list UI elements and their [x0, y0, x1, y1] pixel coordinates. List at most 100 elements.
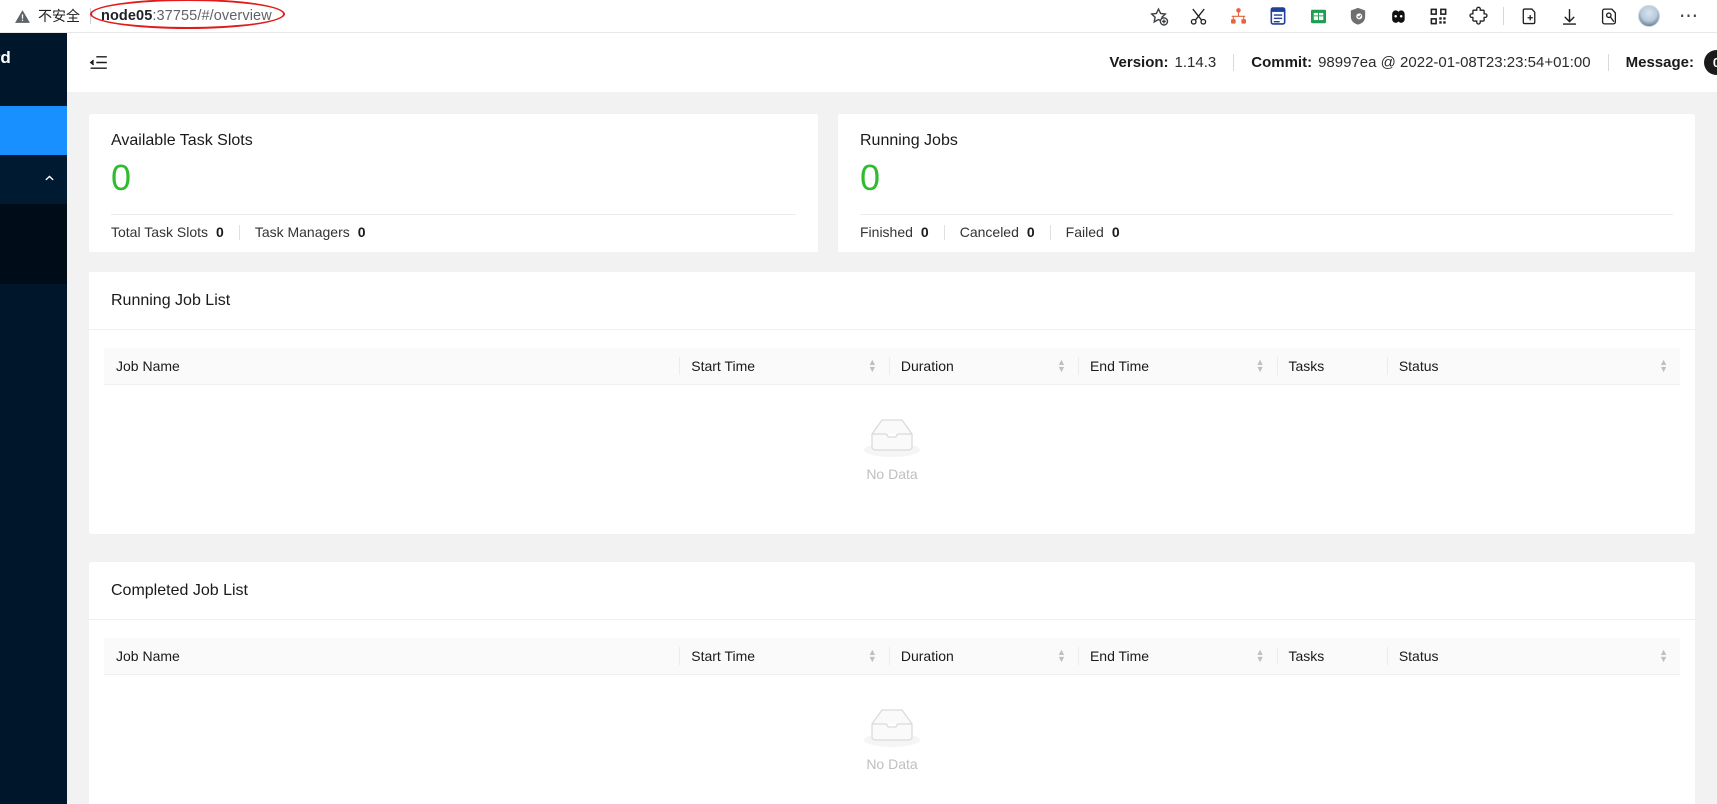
sort-toggle-icon[interactable]: ▲ ▼	[1659, 357, 1668, 373]
pen-icon[interactable]	[1589, 0, 1629, 33]
empty-state-label: No Data	[866, 465, 918, 482]
column-label: Duration	[900, 647, 954, 664]
card-divider	[89, 329, 1695, 330]
puzzle-extension-icon[interactable]	[1458, 0, 1498, 33]
toolbar-divider	[1503, 7, 1504, 25]
app-header: Version: 1.14.3 Commit: 98997ea @ 2022-0…	[67, 33, 1717, 92]
capsule-icon[interactable]	[1378, 0, 1418, 33]
sort-toggle-icon[interactable]: ▲ ▼	[868, 357, 877, 373]
menu-fold-icon[interactable]	[87, 52, 109, 74]
card-divider	[860, 214, 1673, 215]
empty-box-icon	[864, 708, 920, 747]
message-label: Message:	[1625, 54, 1694, 71]
header-divider-1	[1233, 54, 1235, 71]
running-job-table-wrap: Job Name Start Time ▲ ▼ Duration ▲ ▼ End…	[104, 348, 1680, 515]
url-display[interactable]: node05:37755/#/overview	[90, 0, 285, 29]
add-collection-icon[interactable]	[1509, 0, 1549, 33]
card-running-jobs: Running Jobs 0 Finished 0 Canceled 0 Fai…	[838, 114, 1695, 252]
note-icon[interactable]	[1258, 0, 1298, 33]
sort-toggle-icon[interactable]: ▲ ▼	[868, 647, 877, 663]
card-divider	[111, 214, 796, 215]
column-duration[interactable]: Duration ▲ ▼	[888, 638, 1078, 675]
column-label: Status	[1398, 647, 1439, 664]
column-job-name[interactable]: Job Name	[104, 348, 680, 385]
org-chart-icon[interactable]	[1218, 0, 1258, 33]
empty-box-icon	[864, 418, 920, 457]
bookmark-star-icon[interactable]	[1138, 0, 1178, 33]
completed-job-table: Job Name Start Time ▲ ▼ Duration ▲ ▼ End…	[104, 638, 1680, 804]
failed-value: 0	[1111, 224, 1120, 240]
canceled-value: 0	[1026, 224, 1035, 240]
column-status[interactable]: Status ▲ ▼	[1386, 638, 1680, 675]
sort-toggle-icon[interactable]: ▲ ▼	[1659, 647, 1668, 663]
browser-toolbar: 不安全 node05:37755/#/overview ⋯	[0, 0, 1717, 33]
canceled-label: Canceled	[959, 224, 1019, 240]
sort-toggle-icon[interactable]: ▲ ▼	[1057, 357, 1066, 373]
sidebar-item-selected[interactable]	[0, 106, 67, 155]
column-label: Tasks	[1288, 357, 1325, 374]
download-icon[interactable]	[1549, 0, 1589, 33]
completed-job-table-wrap: Job Name Start Time ▲ ▼ Duration ▲ ▼ End…	[104, 638, 1680, 804]
column-tasks[interactable]: Tasks	[1276, 638, 1387, 675]
security-status-label: 不安全	[38, 9, 80, 25]
card-title: Available Task Slots	[111, 132, 253, 149]
column-end-time[interactable]: End Time ▲ ▼	[1077, 348, 1277, 385]
shield-icon[interactable]	[1338, 0, 1378, 33]
column-label: Duration	[900, 357, 954, 374]
table-header: Job Name Start Time ▲ ▼ Duration ▲ ▼ End…	[104, 348, 1680, 385]
table-empty-row: No Data	[104, 384, 1680, 514]
column-tasks[interactable]: Tasks	[1276, 348, 1387, 385]
sort-toggle-icon[interactable]: ▲ ▼	[1057, 647, 1066, 663]
failed-label: Failed	[1065, 224, 1104, 240]
column-label: Job Name	[116, 647, 180, 664]
sort-toggle-icon[interactable]: ▲ ▼	[1256, 647, 1265, 663]
more-options-icon[interactable]: ⋯	[1669, 0, 1709, 33]
message-count-badge[interactable]: 0	[1704, 50, 1717, 75]
dashboard-main: Available Task Slots 0 Total Task Slots …	[67, 92, 1717, 804]
card-footer: Finished 0 Canceled 0 Failed 0	[860, 224, 1120, 240]
sidebar-brand-title: Dashboard	[0, 48, 11, 67]
table-header: Job Name Start Time ▲ ▼ Duration ▲ ▼ End…	[104, 638, 1680, 675]
sort-toggle-icon[interactable]: ▲ ▼	[1256, 357, 1265, 373]
commit-label: Commit:	[1251, 54, 1313, 71]
not-secure-warning-icon[interactable]	[14, 8, 31, 25]
column-start-time[interactable]: Start Time ▲ ▼	[679, 348, 889, 385]
table-header-row: Job Name Start Time ▲ ▼ Duration ▲ ▼ End…	[104, 638, 1680, 675]
sidebar-item-group[interactable]	[0, 155, 67, 204]
card-completed-job-list: Completed Job List Job Name Start Time ▲…	[89, 562, 1695, 804]
card-title: Completed Job List	[111, 582, 248, 599]
header-divider-2	[1607, 54, 1609, 71]
running-job-table: Job Name Start Time ▲ ▼ Duration ▲ ▼ End…	[104, 348, 1680, 515]
total-task-slots-value: 0	[216, 224, 224, 240]
column-duration[interactable]: Duration ▲ ▼	[888, 348, 1078, 385]
card-title: Running Job List	[111, 292, 231, 309]
card-title: Running Jobs	[860, 132, 958, 149]
card-divider	[89, 619, 1695, 620]
column-label: Tasks	[1288, 647, 1325, 664]
commit-value: 98997ea @ 2022-01-08T23:23:54+01:00	[1318, 54, 1591, 71]
column-status[interactable]: Status ▲ ▼	[1386, 348, 1680, 385]
address-bar[interactable]: 不安全 node05:37755/#/overview	[6, 0, 1114, 31]
profile-avatar-icon[interactable]	[1629, 0, 1669, 33]
column-end-time[interactable]: End Time ▲ ▼	[1077, 638, 1277, 675]
column-label: Start Time	[691, 357, 756, 374]
card-running-job-list: Running Job List Job Name Start Time ▲ ▼…	[89, 272, 1695, 534]
spreadsheet-icon[interactable]	[1298, 0, 1338, 33]
column-job-name[interactable]: Job Name	[104, 638, 680, 675]
empty-state: No Data	[104, 674, 1680, 804]
column-start-time[interactable]: Start Time ▲ ▼	[679, 638, 889, 675]
qr-code-icon[interactable]	[1418, 0, 1458, 33]
column-label: Start Time	[691, 647, 756, 664]
task-managers-value: 0	[357, 224, 366, 240]
sidebar-submenu[interactable]	[0, 204, 67, 284]
table-body: No Data	[104, 384, 1680, 514]
footer-divider	[238, 224, 240, 240]
scissors-icon[interactable]	[1178, 0, 1218, 33]
table-empty-row: No Data	[104, 674, 1680, 804]
task-managers-label: Task Managers	[254, 224, 350, 240]
version-value: 1.14.3	[1174, 54, 1217, 71]
column-label: Status	[1398, 357, 1439, 374]
chevron-up-icon	[45, 175, 54, 181]
url-path: :37755/#/overview	[152, 8, 272, 24]
browser-action-icons: ⋯	[1138, 0, 1717, 33]
